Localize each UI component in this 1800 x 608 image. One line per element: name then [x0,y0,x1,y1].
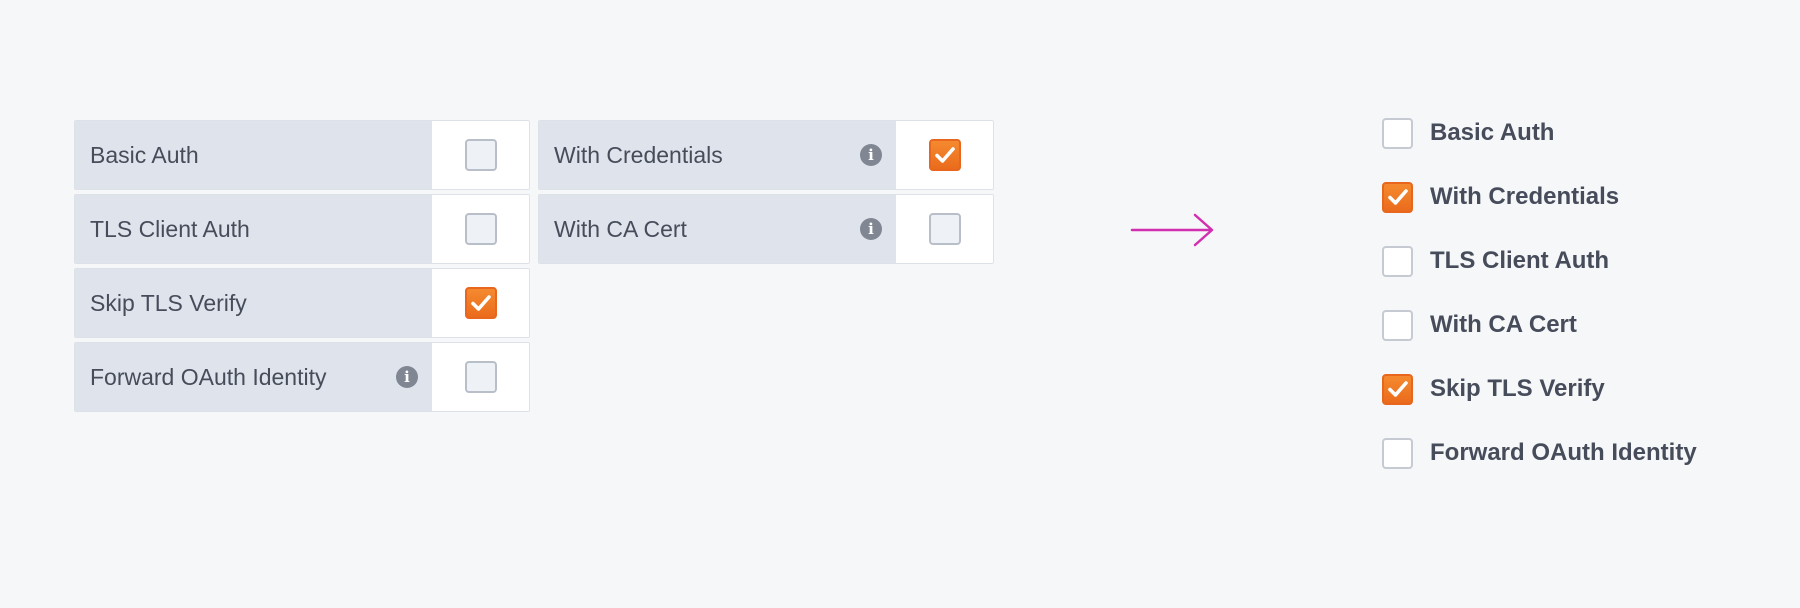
checkmark-icon [470,295,491,311]
with-ca-cert-checkbox[interactable] [928,213,961,245]
option-row-with-credentials: With Credentials i [538,120,994,190]
option-row-tls-client-auth: TLS Client Auth [74,194,530,264]
after-item-tls-client-auth[interactable]: TLS Client Auth [1382,244,1697,278]
after-item-with-credentials[interactable]: With Credentials [1382,180,1697,214]
option-row-skip-tls-verify: Skip TLS Verify [74,268,530,338]
option-label-cell: TLS Client Auth [75,195,432,263]
before-left-column: Basic Auth TLS Client Auth Skip TLS Veri… [74,120,530,416]
right-arrow-icon [1130,213,1214,247]
option-label-cell: Basic Auth [75,121,432,189]
after-item-with-ca-cert[interactable]: With CA Cert [1382,308,1697,342]
option-label: With CA Cert [554,215,687,242]
checkbox-cell [432,195,529,263]
forward-oauth-identity-checkbox[interactable] [1382,437,1413,469]
skip-tls-verify-checkbox[interactable] [464,287,497,319]
info-icon[interactable]: i [396,366,418,388]
checkbox-label: Basic Auth [1430,119,1555,146]
with-credentials-checkbox[interactable] [928,139,961,171]
tls-client-auth-checkbox[interactable] [464,213,497,245]
option-row-with-ca-cert: With CA Cert i [538,194,994,264]
after-item-skip-tls-verify[interactable]: Skip TLS Verify [1382,372,1697,406]
after-item-basic-auth[interactable]: Basic Auth [1382,116,1697,150]
checkbox-cell [896,195,993,263]
checkmark-icon [934,147,955,163]
option-label-cell: With CA Cert i [539,195,896,263]
option-label: TLS Client Auth [90,215,250,242]
option-row-forward-oauth-identity: Forward OAuth Identity i [74,342,530,412]
option-label: Skip TLS Verify [90,289,247,316]
after-checkbox-list: Basic Auth With Credentials TLS Client A… [1382,116,1697,500]
comparison-canvas: Basic Auth TLS Client Auth Skip TLS Veri… [0,0,1800,608]
basic-auth-checkbox[interactable] [1382,117,1413,149]
with-credentials-checkbox[interactable] [1382,181,1413,213]
checkbox-label: Forward OAuth Identity [1430,439,1697,466]
checkmark-icon [1387,189,1408,205]
checkbox-label: With CA Cert [1430,311,1577,338]
after-item-forward-oauth-identity[interactable]: Forward OAuth Identity [1382,436,1697,470]
tls-client-auth-checkbox[interactable] [1382,245,1413,277]
checkmark-icon [1387,381,1408,397]
checkbox-label: With Credentials [1430,183,1620,210]
option-label-cell: Skip TLS Verify [75,269,432,337]
skip-tls-verify-checkbox[interactable] [1382,373,1413,405]
info-icon[interactable]: i [860,144,882,166]
option-label: With Credentials [554,141,723,168]
basic-auth-checkbox[interactable] [464,139,497,171]
checkbox-cell [432,269,529,337]
checkbox-label: Skip TLS Verify [1430,375,1605,402]
option-label-cell: Forward OAuth Identity i [75,343,432,411]
with-ca-cert-checkbox[interactable] [1382,309,1413,341]
before-right-column: With Credentials i With CA Cert i [538,120,994,268]
option-label: Basic Auth [90,141,199,168]
checkbox-cell [432,121,529,189]
info-icon[interactable]: i [860,218,882,240]
option-label: Forward OAuth Identity [90,363,327,390]
checkbox-cell [896,121,993,189]
checkbox-label: TLS Client Auth [1430,247,1610,274]
forward-oauth-identity-checkbox[interactable] [464,361,497,393]
option-label-cell: With Credentials i [539,121,896,189]
option-row-basic-auth: Basic Auth [74,120,530,190]
checkbox-cell [432,343,529,411]
